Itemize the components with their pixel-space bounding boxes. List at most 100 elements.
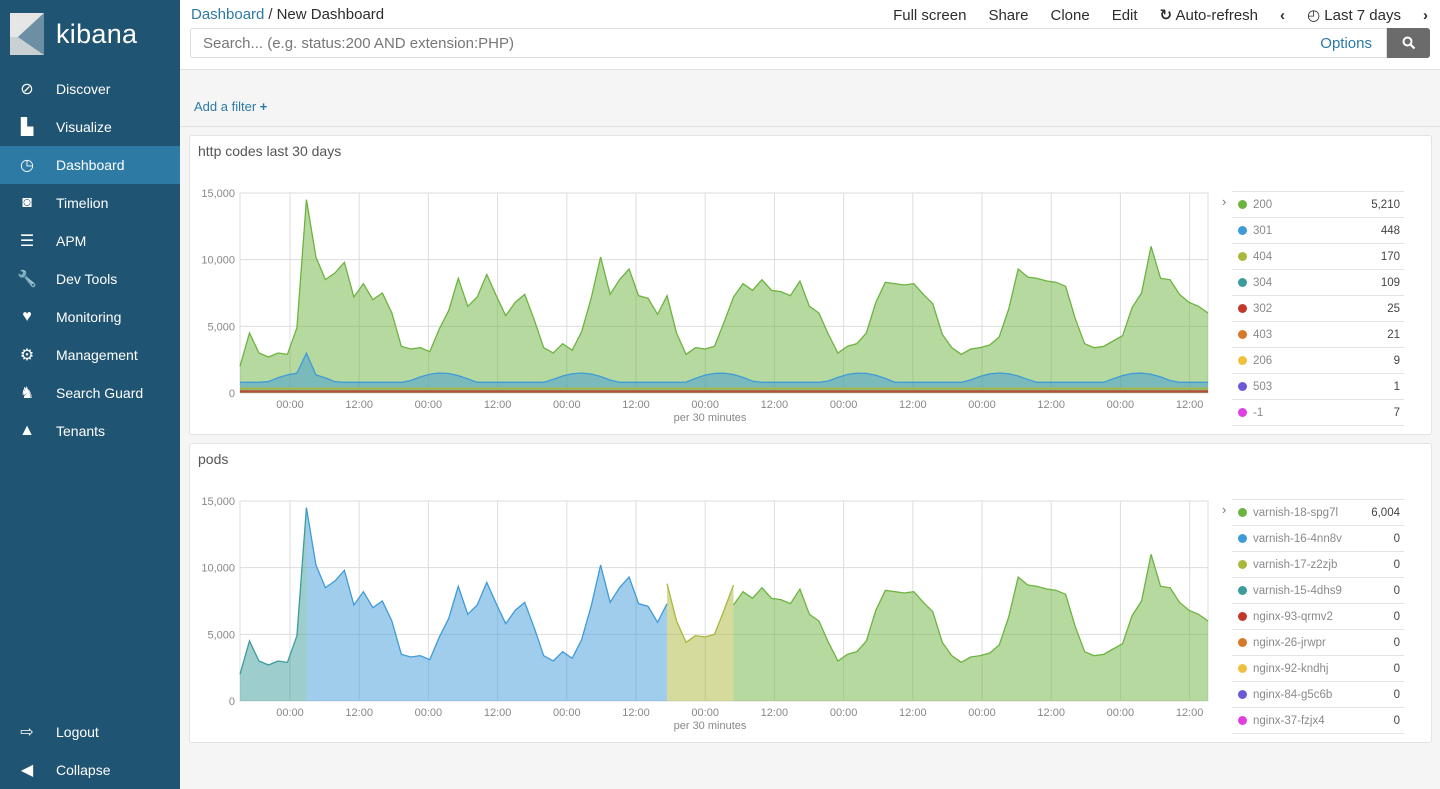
sidebar-item-management[interactable]: ⚙ Management (0, 336, 180, 374)
bar-chart-icon: ▙ (20, 119, 34, 136)
legend-label: nginx-37-fzjx4 (1253, 714, 1325, 727)
user-icon: ▲ (19, 422, 35, 439)
refresh-icon: ↻ (1159, 7, 1173, 24)
x-tick-label: 12:00 (345, 707, 373, 719)
sidebar-item-search-guard[interactable]: ♞ Search Guard (0, 374, 180, 412)
legend-label: varnish-18-spg7l (1253, 506, 1339, 519)
sidebar-item-label: Tenants (56, 423, 106, 439)
legend-item[interactable]: nginx-26-jrwpr 0 (1232, 629, 1404, 655)
legend-item[interactable]: nginx-92-kndhj 0 (1232, 655, 1404, 681)
sidebar-item-monitoring[interactable]: ♥ Monitoring (0, 298, 180, 336)
add-filter-button[interactable]: Add a filter + (194, 99, 267, 114)
legend-value: 0 (1393, 662, 1400, 675)
legend-item[interactable]: varnish-17-z2zjb 0 (1232, 551, 1404, 577)
legend-item[interactable]: › varnish-18-spg7l 6,004 (1222, 499, 1404, 525)
auto-refresh-button[interactable]: ↻ Auto-refresh (1160, 6, 1258, 24)
full-screen-button[interactable]: Full screen (893, 7, 966, 24)
legend-color-dot (1238, 330, 1247, 339)
legend-item[interactable]: › 200 5,210 (1222, 191, 1404, 217)
dashboard-icon: ◷ (20, 157, 34, 174)
options-button[interactable]: Options (1306, 28, 1387, 58)
sidebar-item-discover[interactable]: ⊘ Discover (0, 70, 180, 108)
breadcrumb-dashboard-link[interactable]: Dashboard (191, 6, 264, 23)
legend-item[interactable]: -1 7 (1232, 399, 1404, 425)
legend-item[interactable]: varnish-16-4nn8v 0 (1232, 525, 1404, 551)
time-range-picker[interactable]: ◴ Last 7 days (1307, 6, 1401, 24)
legend-item[interactable]: 304 109 (1232, 269, 1404, 295)
share-button[interactable]: Share (988, 7, 1028, 24)
sidebar-item-dev-tools[interactable]: 🔧 Dev Tools (0, 260, 180, 298)
sidebar-item-timelion[interactable]: ◙ Timelion (0, 184, 180, 222)
edit-button[interactable]: Edit (1112, 7, 1138, 24)
clock-icon: ◴ (1307, 7, 1321, 24)
sidebar-item-label: Management (56, 347, 138, 363)
sidebar-item-logout[interactable]: ⇨ Logout (0, 713, 180, 751)
sidebar-item-label: Dev Tools (56, 271, 118, 287)
legend-value: 9 (1393, 354, 1400, 367)
wrench-icon: 🔧 (17, 271, 37, 288)
timelion-bear-icon: ◙ (22, 194, 32, 211)
legend-item[interactable]: varnish-15-4dhs9 0 (1232, 577, 1404, 603)
legend-item[interactable]: 302 25 (1232, 295, 1404, 321)
x-tick-label: 00:00 (830, 707, 858, 719)
sidebar-item-dashboard[interactable]: ◷ Dashboard (0, 146, 180, 184)
legend-item[interactable]: 206 9 (1232, 347, 1404, 373)
legend-value: 0 (1393, 532, 1400, 545)
legend-item[interactable]: 403 21 (1232, 321, 1404, 347)
gear-icon: ⚙ (19, 347, 35, 364)
legend-value: 6,004 (1371, 506, 1400, 519)
x-axis-label: per 30 minutes (674, 412, 747, 424)
brand-name: kibana (56, 18, 138, 49)
legend-color-dot (1238, 408, 1247, 417)
x-tick-label: 12:00 (761, 399, 789, 411)
legend-toggle-chevron-icon[interactable]: › (1222, 502, 1226, 517)
sidebar-item-tenants[interactable]: ▲ Tenants (0, 412, 180, 450)
pods-chart[interactable]: 0 5,000 10,000 15,000 00:00 12:00 00:00 12:00 00… (190, 444, 1230, 744)
legend-color-dot (1238, 278, 1247, 287)
legend-toggle-chevron-icon[interactable]: › (1222, 194, 1226, 209)
legend-color-dot (1238, 382, 1247, 391)
legend-label: varnish-17-z2zjb (1253, 558, 1338, 571)
legend-color-dot (1238, 690, 1247, 699)
legend-value: 0 (1393, 584, 1400, 597)
kibana-logo-icon (10, 13, 44, 55)
x-tick-label: 00:00 (830, 399, 858, 411)
time-range-label: Last 7 days (1324, 7, 1401, 24)
legend-color-dot (1238, 612, 1247, 621)
x-tick-label: 00:00 (1107, 707, 1135, 719)
filter-bar: Add a filter + (180, 70, 1440, 127)
panel-pods: pods 0 5,000 10,000 15,000 00:00 12:00 00:00 12… (189, 443, 1432, 743)
legend-color-dot (1238, 200, 1247, 209)
sidebar-item-label: Collapse (56, 762, 111, 778)
legend-color-dot (1238, 638, 1247, 647)
x-tick-label: 00:00 (276, 399, 304, 411)
x-tick-label: 12:00 (1037, 399, 1065, 411)
legend-item[interactable]: 404 170 (1232, 243, 1404, 269)
search-input[interactable] (190, 28, 1307, 58)
kibana-logo[interactable]: kibana (10, 13, 137, 55)
legend-label: 304 (1253, 276, 1273, 289)
search-button[interactable] (1387, 28, 1430, 58)
sidebar-item-apm[interactable]: ☰ APM (0, 222, 180, 260)
legend-color-dot (1238, 304, 1247, 313)
legend-value: 109 (1380, 276, 1400, 289)
search-icon (1402, 36, 1415, 50)
legend-label: 200 (1253, 198, 1273, 211)
time-back-button[interactable]: ‹ (1280, 7, 1285, 24)
legend-item[interactable]: nginx-84-g5c6b 0 (1232, 681, 1404, 707)
sidebar-item-visualize[interactable]: ▙ Visualize (0, 108, 180, 146)
legend-color-dot (1238, 716, 1247, 725)
legend-color-dot (1238, 252, 1247, 261)
sidebar-item-collapse[interactable]: ◀ Collapse (0, 751, 180, 789)
http-codes-chart[interactable]: 0 5,000 10,000 15,000 00:00 12:00 00:00 12:00 00… (190, 136, 1230, 436)
legend-item[interactable]: nginx-37-fzjx4 0 (1232, 707, 1404, 733)
legend-item[interactable]: 301 448 (1232, 217, 1404, 243)
legend-item[interactable]: 503 1 (1232, 373, 1404, 399)
x-tick-label: 12:00 (622, 707, 650, 719)
clone-button[interactable]: Clone (1050, 7, 1089, 24)
time-forward-button[interactable]: › (1423, 7, 1428, 24)
x-tick-label: 00:00 (968, 399, 996, 411)
apm-icon: ☰ (19, 233, 35, 250)
legend-item[interactable]: nginx-93-qrmv2 0 (1232, 603, 1404, 629)
legend-label: 404 (1253, 250, 1273, 263)
